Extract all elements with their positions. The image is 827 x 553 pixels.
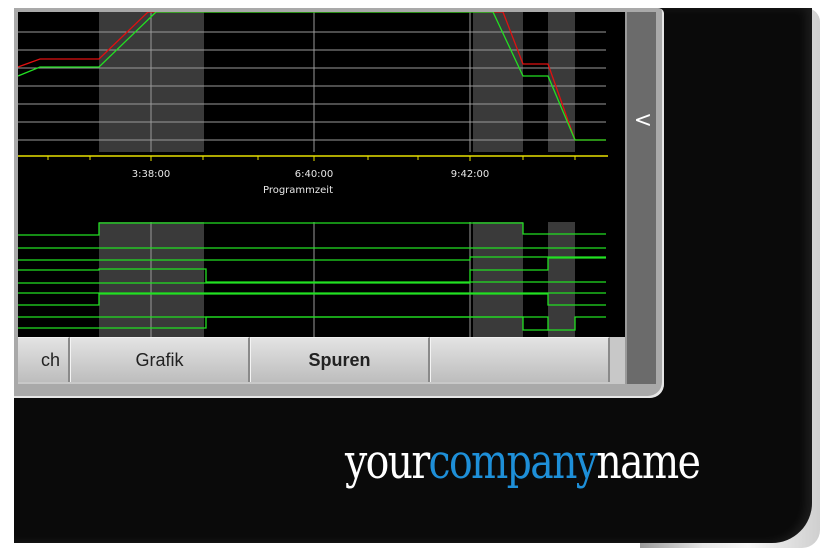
x-axis-title: Programmzeit	[262, 185, 334, 196]
side-panel[interactable]	[625, 12, 656, 384]
shade-band-2	[473, 12, 523, 152]
logo-part-3: name	[596, 434, 701, 490]
collapse-icon[interactable]: <	[628, 108, 656, 134]
tick-label-3: 9:42:00	[450, 169, 490, 180]
tick-label-2: 6:40:00	[294, 169, 334, 180]
tick-label-1: 3:38:00	[131, 169, 171, 180]
tab-spuren[interactable]: Spuren	[250, 337, 430, 382]
tab-grafik[interactable]: Grafik	[70, 337, 250, 382]
shade-band-5	[473, 222, 523, 337]
shade-band-6	[548, 222, 575, 337]
hmi-screen: 3:38:00 6:40:00 9:42:00 Programmzeit ch …	[18, 12, 656, 384]
logo-part-1: your	[345, 434, 430, 490]
logo-part-2: company	[428, 434, 598, 490]
tab-partial[interactable]: ch	[18, 337, 70, 382]
company-logo: yourcompanyname	[345, 438, 701, 486]
tab-empty[interactable]	[430, 337, 610, 382]
tab-bar: ch Grafik Spuren	[18, 337, 625, 384]
